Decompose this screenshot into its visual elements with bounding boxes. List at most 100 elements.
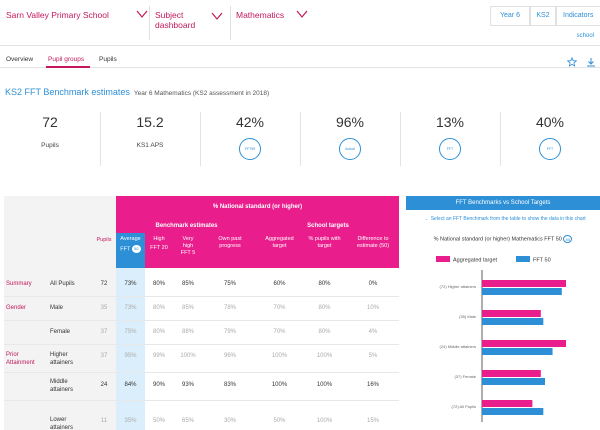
stat-label: Pupils [41, 142, 59, 149]
col-header-line: FFT 5 [180, 250, 196, 256]
col-header-line: high [182, 243, 194, 249]
col-header-line: Aggregated [265, 236, 294, 242]
stat-value: 42% [235, 114, 265, 130]
benchmark-group-header: Benchmark estimates [155, 223, 218, 229]
row-label: Male [50, 305, 64, 311]
cell-value: 100% [271, 382, 288, 388]
cell-pupils: 11 [100, 418, 108, 424]
stat-badge: Actual [339, 138, 361, 160]
col-header-line: % pupils with [308, 236, 341, 242]
chart-bar [482, 340, 566, 347]
row-divider [4, 320, 399, 321]
stat-pupils: 72 Pupils [0, 106, 100, 172]
row-group-label: Prior Attainment [6, 352, 35, 366]
cell-value: 93% [181, 382, 194, 388]
col-header-line: High [153, 236, 165, 242]
star-icon[interactable] [567, 57, 577, 67]
cell-value: 30% [223, 418, 236, 424]
cell-value: 83% [223, 382, 236, 388]
school-link[interactable]: school [577, 33, 594, 39]
cell-value: 75% [223, 281, 236, 287]
cell-value: 95% [124, 353, 137, 359]
subject-selector[interactable]: Mathematics [236, 10, 308, 20]
cell-value: 50% [273, 418, 286, 424]
ks-label: KS2 [536, 12, 550, 19]
tab-pupils[interactable]: Pupils [99, 56, 117, 63]
subject-dashboard-label: Subject [155, 10, 184, 20]
cell-value: 100% [316, 353, 333, 359]
year-label: Year 6 [500, 12, 520, 19]
subject-dashboard-label-2: dashboard [155, 20, 196, 30]
ks-selector[interactable]: KS2 [530, 6, 556, 26]
stat-fft99[interactable]: 42% FFT99 [200, 106, 300, 172]
year-selector[interactable]: Year 6 [490, 6, 530, 26]
subject-dashboard-selector[interactable]: Subject dashboard [155, 10, 223, 30]
chart-bar [482, 280, 566, 287]
download-icon[interactable] [586, 57, 596, 67]
cell-value: 79% [223, 329, 236, 335]
col-header-very-high-fft[interactable]: Very high FFT 5 [173, 236, 203, 257]
chart-svg: Aggregated target FFT 50 (72) Higher attai… [436, 256, 566, 422]
divider [230, 6, 231, 40]
cell-value: 80% [152, 281, 165, 287]
tab-overview[interactable]: Overview [6, 56, 33, 63]
row-label: All Pupils [50, 281, 75, 287]
stat-value: 13% [435, 114, 465, 130]
chart-bar [482, 408, 544, 415]
chart-bar [482, 348, 553, 355]
chart-bar [482, 310, 541, 317]
stat-badge: FFT99 [239, 138, 261, 160]
cell-value: 5% [368, 353, 378, 359]
top-bar: Sarn Valley Primary School Subject dashb… [0, 0, 600, 46]
cell-value: 50% [152, 418, 165, 424]
cell-value: 100% [316, 382, 333, 388]
cell-value: 80% [318, 329, 331, 335]
table-top-header: % National standard (or higher) [212, 204, 303, 210]
col-header-aggregated-target: Aggregated target [257, 236, 302, 250]
stat-badge: FFT [539, 138, 561, 160]
tab-pupil-groups[interactable]: Pupil groups [48, 56, 84, 63]
chart-bar [482, 400, 533, 407]
chart-bar [482, 318, 544, 325]
col-header-line: FFT 20 [150, 245, 168, 251]
page-title-main: KS2 FFT Benchmark estimates [5, 87, 130, 97]
category-label: (24) Middle attainers [440, 344, 476, 349]
col-header-pupils-with-target: % pupils with target [302, 236, 347, 250]
col-header-line: target [317, 243, 332, 249]
col-header-line: FFT [120, 246, 131, 253]
page-title-sub: Year 6 Mathematics (KS2 assessment in 20… [133, 90, 270, 97]
chevron-down-icon [296, 10, 308, 18]
cell-pupils: 37 [100, 329, 108, 335]
indicators-label: Indicators [563, 12, 594, 19]
cell-value: 85% [181, 305, 194, 311]
col-header-pupils: Pupils [96, 237, 112, 243]
cell-value: 70% [273, 305, 286, 311]
fft-pill: 50 [563, 235, 573, 243]
col-header-difference: Difference to estimate (50) [347, 236, 399, 250]
legend-label: FFT 50 [533, 258, 551, 264]
stat-fft-b[interactable]: 40% FFT [500, 106, 600, 172]
category-label: (72) All Pupils [452, 404, 476, 409]
stat-ks1-aps: 15.2 KS1 APS [100, 106, 200, 172]
col-header-average-fft[interactable]: Average FFT 50 [116, 236, 145, 253]
cell-value: 84% [124, 382, 137, 388]
cell-value: 75% [124, 329, 137, 335]
benchmark-table: % National standard (or higher) Benchmar… [4, 196, 399, 430]
school-selector[interactable]: Sarn Valley Primary School [6, 10, 148, 20]
stat-actual[interactable]: 96% Actual [300, 106, 400, 172]
row-group-label: Summary [6, 281, 32, 287]
stat-label: KS1 APS [136, 142, 164, 149]
row-label: Middle attainers [50, 379, 74, 393]
category-label: (72) Higher attainers [440, 284, 476, 289]
col-header-line: Average [120, 236, 141, 242]
stat-value: 96% [335, 114, 365, 130]
stat-fft-a[interactable]: 13% FFT [400, 106, 500, 172]
cell-value: 80% [152, 305, 165, 311]
cell-pupils: 24 [100, 382, 108, 388]
stat-badge: FFT [439, 138, 461, 160]
stat-value: 72 [42, 114, 58, 130]
stats-row: 72 Pupils 15.2 KS1 APS 42% FFT99 96% Act… [0, 106, 600, 172]
col-header-high-fft[interactable]: High FFT 20 [145, 236, 173, 252]
cell-value: 100% [180, 353, 196, 359]
indicators-link[interactable]: Indicators [556, 6, 600, 26]
